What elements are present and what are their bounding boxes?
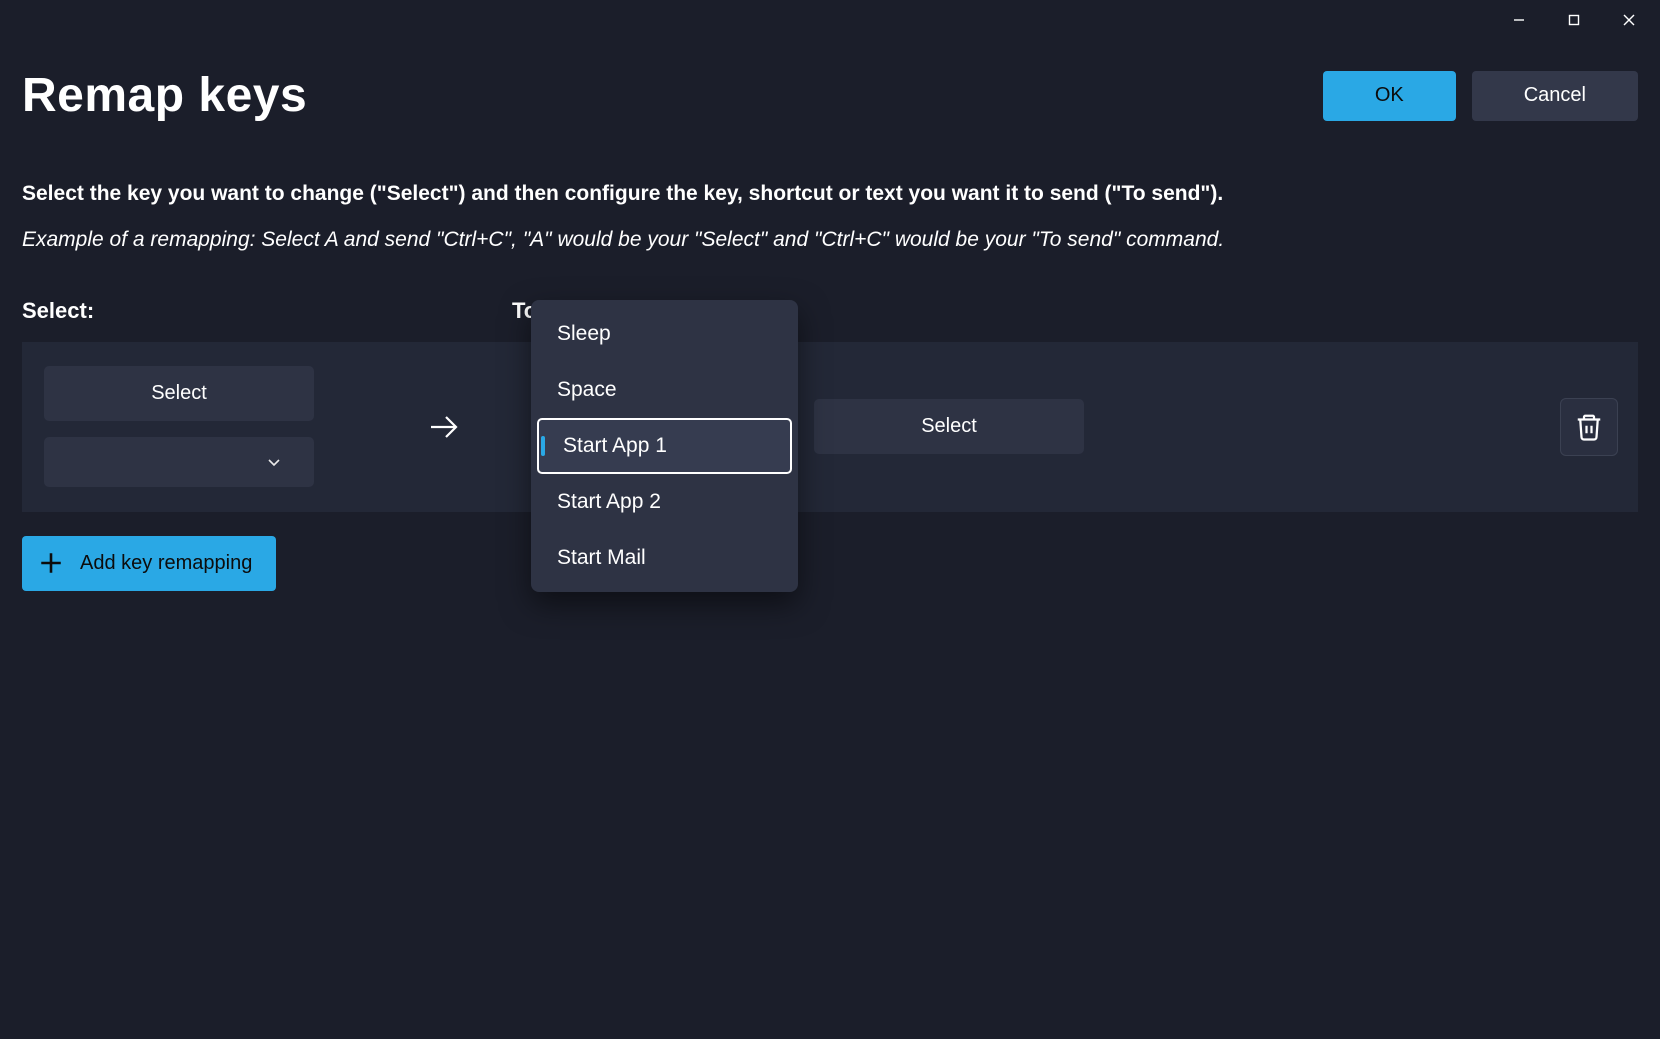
chevron-down-icon bbox=[266, 454, 282, 470]
key-dropdown-popup: Sleep Space Start App 1 Start App 2 Star… bbox=[531, 300, 798, 592]
mapping-row: Select Select bbox=[22, 342, 1638, 512]
arrow-column bbox=[374, 410, 514, 444]
content: Remap keys OK Cancel Select the key you … bbox=[0, 40, 1660, 591]
close-button[interactable] bbox=[1601, 0, 1656, 40]
titlebar bbox=[0, 0, 1660, 40]
dropdown-item-label: Sleep bbox=[557, 322, 611, 346]
select-key-button[interactable]: Select bbox=[44, 366, 314, 421]
header-row: Remap keys OK Cancel bbox=[22, 68, 1638, 123]
trash-icon bbox=[1574, 412, 1604, 442]
column-labels: Select: To send: bbox=[22, 298, 1638, 324]
maximize-button[interactable] bbox=[1546, 0, 1601, 40]
add-remapping-label: Add key remapping bbox=[80, 552, 252, 575]
instruction-example: Example of a remapping: Select A and sen… bbox=[22, 225, 1638, 255]
dropdown-item-space[interactable]: Space bbox=[537, 362, 792, 418]
ok-button[interactable]: OK bbox=[1323, 71, 1456, 121]
dropdown-item-sleep[interactable]: Sleep bbox=[537, 306, 792, 362]
dropdown-item-label: Start App 2 bbox=[557, 490, 661, 514]
select-key-dropdown[interactable] bbox=[44, 437, 314, 487]
action-buttons: OK Cancel bbox=[1323, 71, 1638, 121]
dropdown-item-label: Space bbox=[557, 378, 617, 402]
cancel-button[interactable]: Cancel bbox=[1472, 71, 1638, 121]
select-column: Select bbox=[44, 366, 374, 487]
dropdown-item-start-mail[interactable]: Start Mail bbox=[537, 530, 792, 586]
instruction-main: Select the key you want to change ("Sele… bbox=[22, 179, 1638, 209]
tosend-select-button[interactable]: Select bbox=[814, 399, 1084, 454]
minimize-button[interactable] bbox=[1491, 0, 1546, 40]
arrow-right-icon bbox=[427, 410, 461, 444]
dropdown-item-start-app-1[interactable]: Start App 1 bbox=[537, 418, 792, 474]
dropdown-item-label: Start App 1 bbox=[563, 434, 667, 458]
plus-icon bbox=[38, 550, 64, 576]
instructions: Select the key you want to change ("Sele… bbox=[22, 179, 1638, 256]
page-title: Remap keys bbox=[22, 68, 307, 123]
delete-row-button[interactable] bbox=[1560, 398, 1618, 456]
dropdown-item-label: Start Mail bbox=[557, 546, 646, 570]
dropdown-item-start-app-2[interactable]: Start App 2 bbox=[537, 474, 792, 530]
select-label: Select: bbox=[22, 298, 512, 324]
add-remapping-button[interactable]: Add key remapping bbox=[22, 536, 276, 591]
